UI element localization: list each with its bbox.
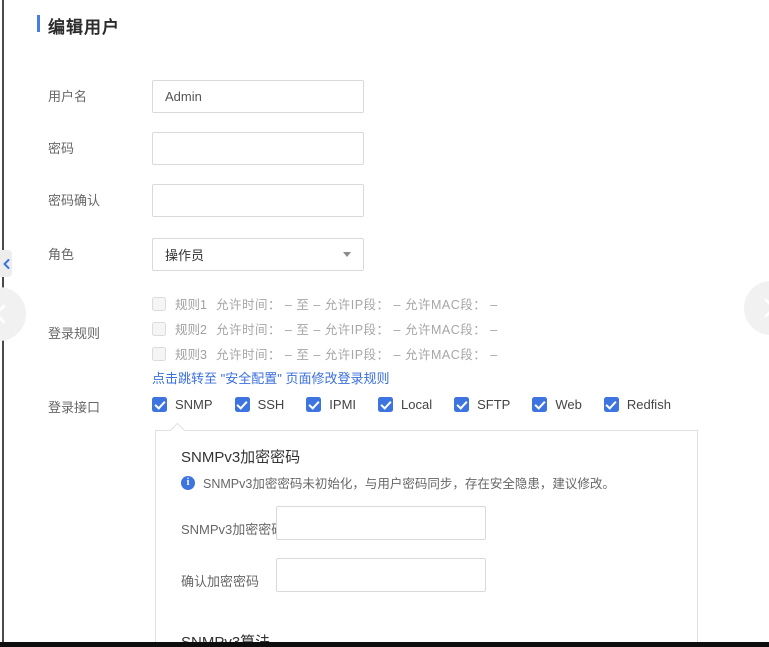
title-accent-bar xyxy=(37,15,40,32)
interface-option-ipmi[interactable]: IPMI xyxy=(306,397,356,412)
login-rules-label: 登录规则 xyxy=(48,326,100,342)
interface-option-local[interactable]: Local xyxy=(378,397,432,412)
checkbox-checked-icon xyxy=(454,397,469,412)
password-label: 密码 xyxy=(48,141,74,157)
username-input[interactable] xyxy=(152,80,364,113)
snmpv3-password-label: SNMPv3加密密码 xyxy=(181,519,284,538)
carousel-prev-button[interactable] xyxy=(0,287,26,341)
chevron-down-icon xyxy=(343,252,351,257)
password-confirm-input[interactable] xyxy=(152,184,364,217)
login-interfaces-row: SNMP SSH IPMI Local SFTP Web Redfish xyxy=(152,397,671,412)
rule1-checkbox[interactable] xyxy=(152,297,166,311)
checkbox-checked-icon xyxy=(152,397,167,412)
rule-detail: 允许时间： – 至 – 允许IP段： – 允许MAC段： – xyxy=(216,344,498,363)
security-config-link[interactable]: 点击跳转至 "安全配置" 页面修改登录规则 xyxy=(152,368,389,387)
password-input[interactable] xyxy=(152,132,364,165)
edit-user-page: 编辑用户 用户名 密码 密码确认 角色 操作员 登录规则 规则1 允许时间： –… xyxy=(0,0,769,647)
role-label: 角色 xyxy=(48,247,74,263)
interface-label: Redfish xyxy=(627,397,671,412)
login-interfaces-label: 登录接口 xyxy=(48,400,100,416)
interface-option-web[interactable]: Web xyxy=(532,397,582,412)
interface-option-sftp[interactable]: SFTP xyxy=(454,397,510,412)
rule-name: 规则1 xyxy=(175,294,207,313)
rule-detail: 允许时间： – 至 – 允许IP段： – 允许MAC段： – xyxy=(216,319,498,338)
chevron-left-icon xyxy=(0,304,6,324)
snmpv3-confirm-label: 确认加密密码 xyxy=(181,571,259,590)
interface-label: SNMP xyxy=(175,397,213,412)
checkbox-checked-icon xyxy=(604,397,619,412)
username-label: 用户名 xyxy=(48,89,87,105)
rule2-checkbox[interactable] xyxy=(152,322,166,336)
checkbox-checked-icon xyxy=(235,397,250,412)
snmpv3-notice-text: SNMPv3加密密码未初始化，与用户密码同步，存在安全隐患，建议修改。 xyxy=(203,473,615,492)
snmpv3-confirm-input[interactable] xyxy=(276,558,486,592)
snmpv3-panel: SNMPv3加密密码 i SNMPv3加密密码未初始化，与用户密码同步，存在安全… xyxy=(155,430,698,647)
panel-notch xyxy=(170,423,186,439)
interface-label: Web xyxy=(555,397,582,412)
info-icon: i xyxy=(181,476,195,490)
interface-option-redfish[interactable]: Redfish xyxy=(604,397,671,412)
chevron-left-icon xyxy=(3,259,10,269)
rule-detail: 允许时间： – 至 – 允许IP段： – 允许MAC段： – xyxy=(216,294,498,313)
interface-label: Local xyxy=(401,397,432,412)
checkbox-checked-icon xyxy=(378,397,393,412)
sidebar-collapse-tab[interactable] xyxy=(0,250,12,277)
rule3-checkbox[interactable] xyxy=(152,347,166,361)
checkbox-checked-icon xyxy=(306,397,321,412)
checkbox-checked-icon xyxy=(532,397,547,412)
login-rule-row: 规则3 允许时间： – 至 – 允许IP段： – 允许MAC段： – xyxy=(152,344,498,363)
rule-name: 规则2 xyxy=(175,319,207,338)
login-rule-row: 规则2 允许时间： – 至 – 允许IP段： – 允许MAC段： – xyxy=(152,319,498,338)
snmpv3-panel-title: SNMPv3加密密码 xyxy=(181,446,300,467)
snmpv3-notice: i SNMPv3加密密码未初始化，与用户密码同步，存在安全隐患，建议修改。 xyxy=(181,473,615,492)
bottom-bar xyxy=(0,642,769,647)
role-select-value: 操作员 xyxy=(165,245,204,264)
interface-label: SFTP xyxy=(477,397,510,412)
snmpv3-password-input[interactable] xyxy=(276,506,486,540)
interface-option-ssh[interactable]: SSH xyxy=(235,397,285,412)
password-confirm-label: 密码确认 xyxy=(48,193,100,209)
interface-label: SSH xyxy=(258,397,285,412)
chevron-right-icon xyxy=(764,298,769,318)
rule-name: 规则3 xyxy=(175,344,207,363)
interface-label: IPMI xyxy=(329,397,356,412)
role-select[interactable]: 操作员 xyxy=(152,238,364,271)
page-title: 编辑用户 xyxy=(48,13,120,38)
login-rule-row: 规则1 允许时间： – 至 – 允许IP段： – 允许MAC段： – xyxy=(152,294,498,313)
interface-option-snmp[interactable]: SNMP xyxy=(152,397,213,412)
carousel-next-button[interactable] xyxy=(744,281,769,335)
